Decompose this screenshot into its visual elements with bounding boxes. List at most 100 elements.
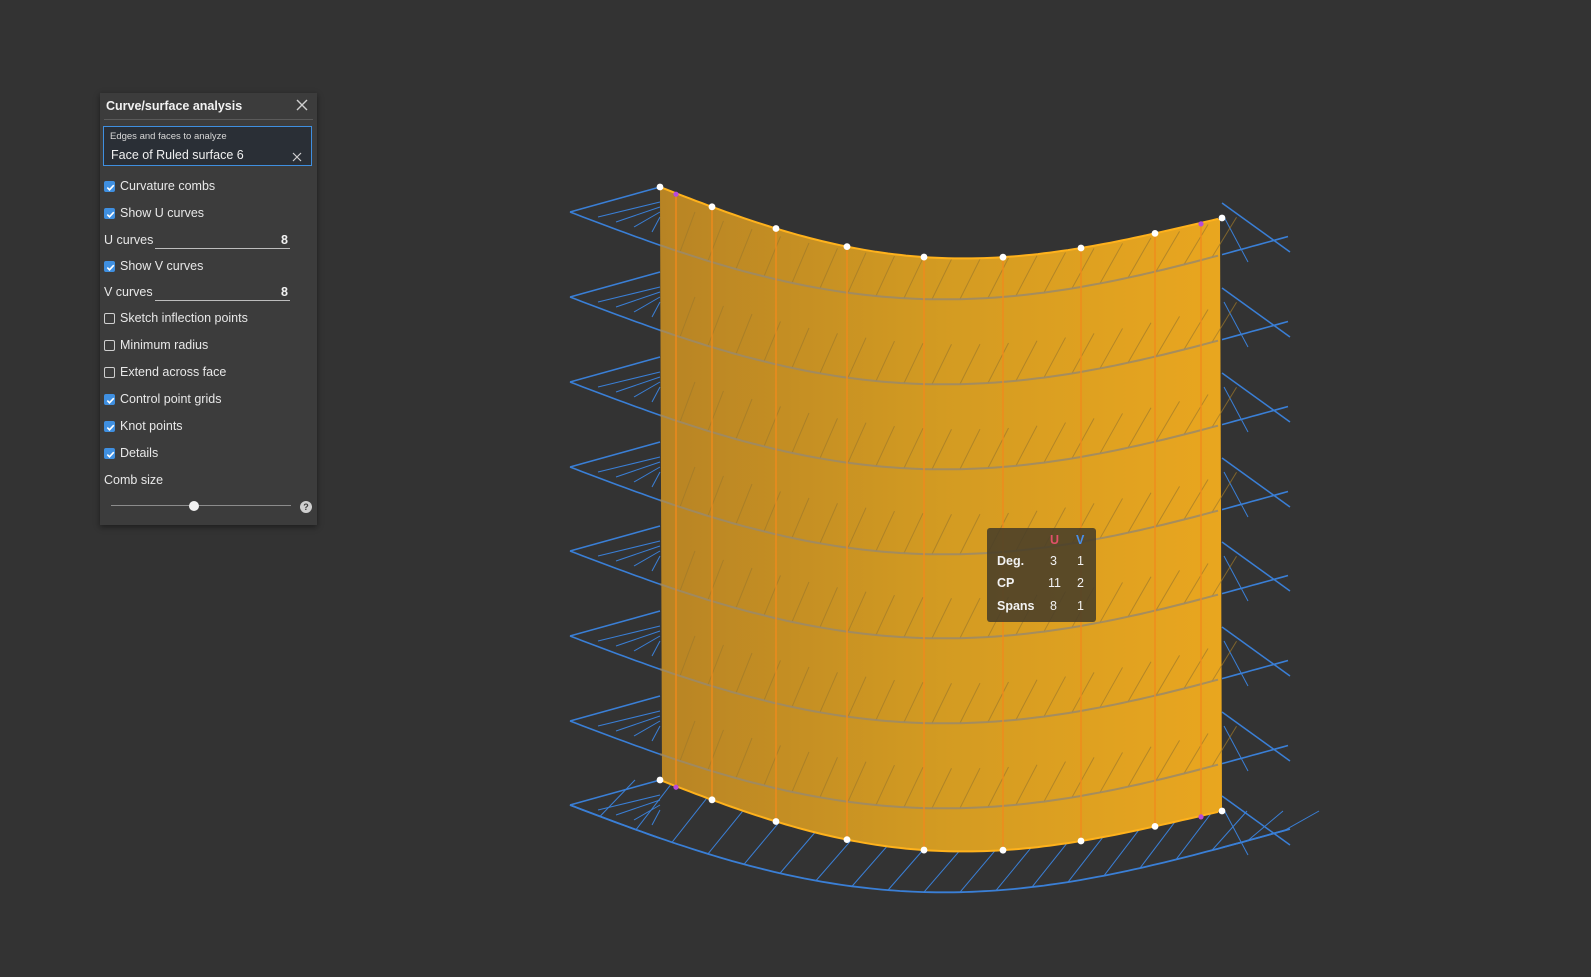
comb-hair (1223, 725, 1249, 772)
option-details[interactable]: Details (104, 444, 158, 462)
option-curvature-combs[interactable]: Curvature combs (104, 177, 215, 195)
comb-curve (569, 550, 661, 585)
comb-hair (615, 291, 661, 308)
check-icon[interactable] (104, 260, 115, 272)
knot-point (843, 836, 851, 844)
check-icon[interactable] (104, 393, 115, 405)
check-icon[interactable] (104, 207, 115, 219)
comb-hair (597, 371, 661, 388)
comb-size-slider-track[interactable] (111, 505, 291, 506)
option-knot-points[interactable]: Knot points (104, 417, 183, 435)
v-curves-row: V curves 8 (104, 283, 294, 303)
option-control-point-grids[interactable]: Control point grids (104, 390, 221, 408)
comb-curve (569, 720, 661, 755)
comb-hair (615, 206, 661, 223)
details-header-u: U (1050, 533, 1060, 547)
surface-details-tooltip: U V Deg. 3 1 CP 11 2 Spans 8 1 (987, 528, 1096, 622)
close-icon[interactable] (295, 98, 309, 112)
help-icon[interactable]: ? (300, 501, 312, 513)
panel-header: Curve/surface analysis (104, 93, 313, 120)
option-minimum-radius[interactable]: Minimum radius (104, 336, 208, 354)
comb-hair (615, 715, 661, 732)
knot-point (772, 818, 780, 825)
check-icon[interactable] (104, 180, 115, 192)
comb-hair (1211, 810, 1248, 851)
option-label: Show U curves (120, 206, 205, 220)
comb-hair (615, 376, 661, 393)
comb-hair (887, 849, 924, 891)
option-extend-across-face[interactable]: Extend across face (104, 363, 226, 381)
knot-point (708, 203, 716, 211)
knot-point (708, 796, 716, 804)
knot-point (1151, 229, 1159, 237)
option-label: Extend across face (120, 365, 227, 379)
comb-hair (651, 301, 661, 318)
comb-curve (569, 211, 661, 246)
control-point (1198, 814, 1204, 820)
comb-hair (615, 630, 661, 647)
comb-curve (1221, 744, 1289, 765)
v-curves-input[interactable]: 8 (155, 283, 290, 301)
comb-outline (569, 695, 661, 722)
knot-point (843, 243, 851, 251)
v-curves-label: V curves (104, 285, 153, 299)
comb-hair (851, 846, 888, 887)
panel-title: Curve/surface analysis (106, 99, 243, 113)
comb-hair (779, 832, 816, 874)
comb-curve (1221, 574, 1289, 595)
comb-hair (1223, 555, 1249, 602)
option-show-u-curves[interactable]: Show U curves (104, 204, 204, 222)
comb-hair (597, 286, 661, 303)
comb-hair (671, 797, 708, 843)
u-curves-label: U curves (104, 233, 154, 247)
comb-hair (1223, 471, 1249, 518)
check-icon[interactable] (104, 312, 115, 324)
option-label: Knot points (120, 419, 183, 433)
comb-hair (1223, 301, 1249, 348)
check-icon[interactable] (104, 420, 115, 432)
knot-point (1077, 244, 1085, 252)
comb-hair (651, 809, 661, 826)
comb-size-slider-thumb[interactable] (188, 501, 199, 511)
comb-hair (651, 386, 661, 403)
comb-hair (1223, 216, 1249, 263)
option-show-v-curves[interactable]: Show V curves (104, 257, 203, 275)
details-row-u: 3 (1050, 554, 1057, 568)
knot-point (1151, 822, 1159, 830)
option-label: Show V curves (120, 259, 204, 273)
knot-point (1077, 837, 1085, 845)
option-sketch-inflection-points[interactable]: Sketch inflection points (104, 309, 248, 327)
comb-outline (569, 441, 661, 468)
option-label: Sketch inflection points (120, 311, 248, 325)
comb-hair (597, 794, 661, 811)
control-point (673, 784, 679, 790)
check-icon[interactable] (104, 447, 115, 459)
details-header-v: V (1076, 533, 1085, 547)
comb-hair (651, 725, 661, 742)
ruled-surface-face[interactable] (660, 187, 1222, 852)
comb-hair (1223, 640, 1249, 687)
comb-hair (651, 471, 661, 488)
check-icon[interactable] (104, 366, 115, 378)
comb-hair (651, 216, 661, 233)
comb-curve (1221, 320, 1289, 341)
comb-hair (615, 461, 661, 478)
knot-point (920, 253, 928, 261)
clear-icon[interactable] (292, 149, 302, 162)
check-icon[interactable] (104, 339, 115, 351)
edges-faces-selection-field[interactable]: Edges and faces to analyze Face of Ruled… (103, 126, 312, 166)
comb-outline (569, 525, 661, 552)
comb-hair (707, 810, 744, 855)
details-row-u: 11 (1048, 576, 1061, 590)
knot-point (1218, 807, 1226, 815)
u-curves-input[interactable]: 8 (155, 231, 290, 249)
curve-surface-analysis-panel: Curve/surface analysis Edges and faces t… (100, 93, 317, 525)
comb-outline (569, 271, 661, 298)
comb-curve (1221, 405, 1289, 426)
comb-hair (651, 640, 661, 657)
option-label: Control point grids (120, 392, 222, 406)
selection-label: Edges and faces to analyze (110, 131, 227, 142)
comb-size-label: Comb size (104, 473, 164, 487)
comb-hair (995, 847, 1032, 891)
comb-hair (597, 201, 661, 218)
